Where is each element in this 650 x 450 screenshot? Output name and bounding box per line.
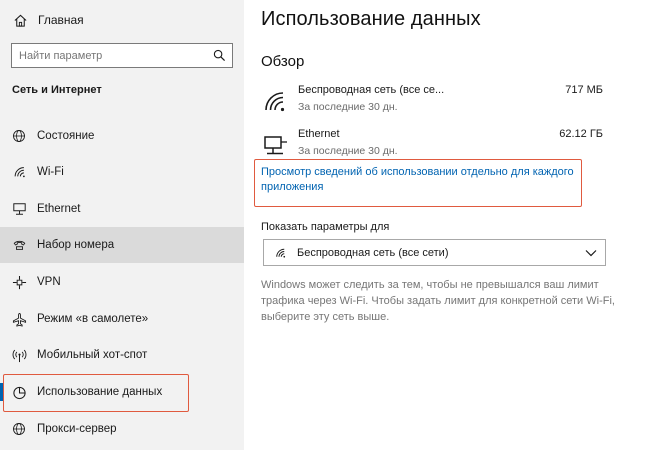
search-input[interactable]: Найти параметр	[11, 43, 233, 68]
sidebar-item-label: Wi-Fi	[37, 166, 64, 178]
per-app-usage-link[interactable]: Просмотр сведений об использовании отдел…	[261, 165, 581, 195]
globe-icon	[11, 421, 27, 437]
sidebar-item-label: Использование данных	[37, 386, 163, 398]
sidebar-item-label: Режим «в самолете»	[37, 313, 149, 325]
home-nav-item[interactable]: Главная	[0, 6, 244, 34]
phone-icon	[11, 237, 27, 253]
wifi-icon	[263, 90, 289, 112]
chevron-down-icon	[584, 246, 598, 260]
sidebar-item-label: Набор номера	[37, 239, 115, 251]
sidebar-item-status[interactable]: Состояние	[0, 118, 244, 154]
sidebar-item-proxy[interactable]: Прокси-сервер	[0, 411, 244, 447]
ethernet-icon	[11, 201, 27, 217]
search-icon[interactable]	[212, 49, 226, 63]
network-period: За последние 30 дн.	[298, 145, 398, 157]
network-name: Беспроводная сеть (все се...	[298, 84, 445, 96]
limit-info-text: Windows может следить за тем, чтобы не п…	[261, 279, 615, 323]
main-content: Использование данных Обзор Беспроводная …	[244, 0, 650, 450]
sidebar-item-label: VPN	[37, 276, 61, 288]
sidebar-item-ethernet[interactable]: Ethernet	[0, 191, 244, 227]
show-settings-label: Показать параметры для	[261, 221, 390, 233]
sidebar-item-label: Мобильный хот-спот	[37, 349, 148, 361]
home-icon	[12, 12, 28, 28]
ethernet-icon	[263, 134, 289, 156]
network-usage-value: 62.12 ГБ	[559, 128, 603, 140]
section-title: Сеть и Интернет	[12, 84, 102, 96]
network-usage-row: Ethernet За последние 30 дн. 62.12 ГБ	[261, 127, 606, 163]
network-usage-row: Беспроводная сеть (все се... За последни…	[261, 83, 606, 119]
globe-icon	[11, 128, 27, 144]
sidebar: Главная Найти параметр Сеть и Интернет С…	[0, 0, 244, 450]
sidebar-item-mobile-hotspot[interactable]: Мобильный хот-спот	[0, 337, 244, 373]
sidebar-item-data-usage[interactable]: Использование данных	[0, 374, 244, 410]
network-period: За последние 30 дн.	[298, 101, 398, 113]
network-usage-value: 717 МБ	[565, 84, 603, 96]
sidebar-item-label: Прокси-сервер	[37, 423, 117, 435]
hotspot-icon	[11, 347, 27, 363]
sidebar-item-airplane-mode[interactable]: Режим «в самолете»	[0, 301, 244, 337]
sidebar-item-vpn[interactable]: VPN	[0, 264, 244, 300]
dropdown-selected-value: Беспроводная сеть (все сети)	[297, 246, 449, 259]
page-title: Использование данных	[261, 8, 481, 30]
sidebar-item-dialup[interactable]: Набор номера	[0, 227, 244, 263]
pie-chart-icon	[11, 384, 27, 400]
overview-heading: Обзор	[261, 53, 305, 70]
selected-indicator	[0, 383, 3, 401]
sidebar-item-label: Ethernet	[37, 203, 81, 215]
vpn-icon	[11, 274, 27, 290]
wifi-icon	[11, 164, 27, 180]
sidebar-item-wifi[interactable]: Wi-Fi	[0, 154, 244, 190]
airplane-icon	[11, 311, 27, 327]
network-select-dropdown[interactable]: Беспроводная сеть (все сети)	[263, 239, 606, 266]
network-name: Ethernet	[298, 128, 340, 140]
sidebar-item-label: Состояние	[37, 130, 95, 142]
home-label: Главная	[38, 13, 84, 27]
search-placeholder: Найти параметр	[19, 49, 103, 62]
wifi-icon	[273, 246, 287, 260]
